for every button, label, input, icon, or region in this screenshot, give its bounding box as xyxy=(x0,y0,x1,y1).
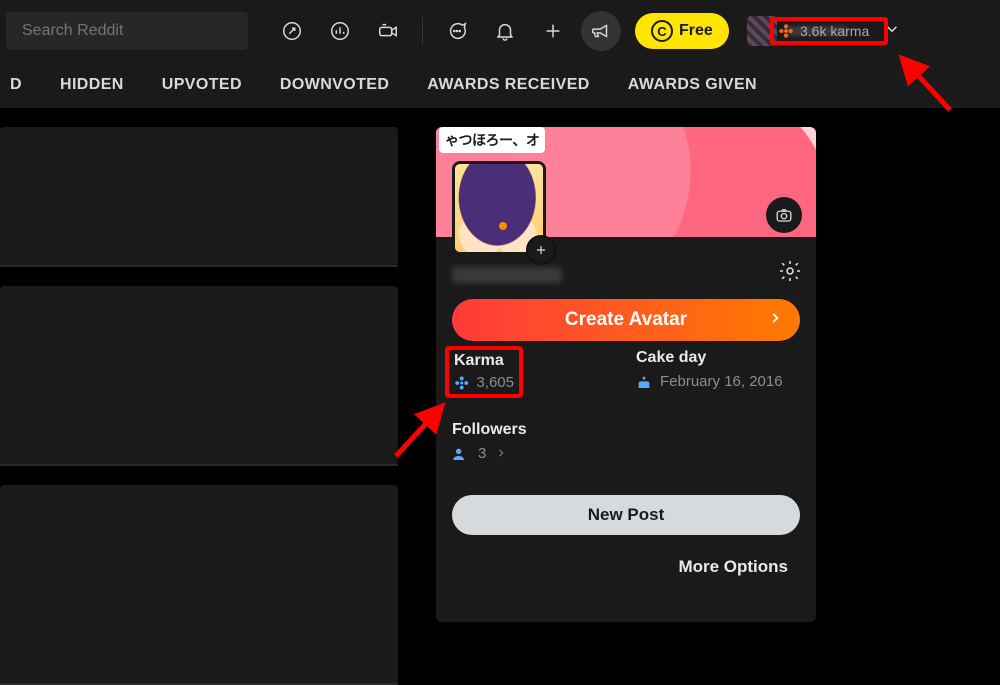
karma-chip-text: 3.6k karma xyxy=(800,23,869,39)
tab-hidden[interactable]: HIDDEN xyxy=(60,76,124,94)
banner-speech-text: ゃつほろー、オ xyxy=(439,127,545,153)
person-icon xyxy=(452,446,468,462)
profile-settings-button[interactable] xyxy=(778,259,802,288)
annotation-karma-chip-box: 3.6k karma xyxy=(770,17,888,45)
cakeday-label: Cake day xyxy=(636,349,800,367)
chevron-right-icon xyxy=(496,445,506,462)
followers-block[interactable]: Followers 3 xyxy=(452,421,527,462)
followers-label: Followers xyxy=(452,421,527,439)
tab-upvoted[interactable]: UPVOTED xyxy=(162,76,242,94)
karma-label: Karma xyxy=(454,352,514,370)
karma-flower-icon xyxy=(454,375,469,391)
new-post-label: New Post xyxy=(588,505,665,525)
free-label: Free xyxy=(679,22,713,40)
tab-downvoted[interactable]: DOWNVOTED xyxy=(280,76,389,94)
create-post-icon[interactable] xyxy=(533,11,573,51)
chat-icon[interactable] xyxy=(437,11,477,51)
profile-tabs: D HIDDEN UPVOTED DOWNVOTED AWARDS RECEIV… xyxy=(0,62,1000,108)
free-coins-button[interactable]: C Free xyxy=(635,13,729,49)
create-avatar-button[interactable]: Create Avatar xyxy=(452,299,800,341)
karma-flower-icon xyxy=(778,23,794,39)
tab-awards-given[interactable]: AWARDS GIVEN xyxy=(628,76,757,94)
followers-value: 3 xyxy=(478,445,486,462)
feed-card-placeholder xyxy=(0,127,398,267)
search-input[interactable] xyxy=(20,21,234,41)
live-stream-icon[interactable] xyxy=(368,11,408,51)
notifications-icon[interactable] xyxy=(485,11,525,51)
announcement-icon[interactable] xyxy=(581,11,621,51)
chevron-right-icon xyxy=(768,309,782,331)
profile-card: ゃつほろー、オ Create Avatar Cake day February … xyxy=(436,127,816,622)
coin-icon: C xyxy=(651,20,673,42)
more-options-button[interactable]: More Options xyxy=(678,557,788,577)
change-banner-button[interactable] xyxy=(766,197,802,233)
annotation-karma-value-box: Karma 3,605 xyxy=(445,346,523,398)
tab-partial[interactable]: D xyxy=(6,76,22,94)
coin-chart-icon[interactable] xyxy=(320,11,360,51)
create-avatar-label: Create Avatar xyxy=(565,309,687,331)
topbar-divider xyxy=(422,17,423,45)
change-avatar-button[interactable] xyxy=(526,235,556,265)
cakeday-value: February 16, 2016 xyxy=(660,373,783,390)
karma-chip: 3.6k karma xyxy=(778,23,869,39)
cake-icon xyxy=(636,374,652,390)
feed-card-placeholder xyxy=(0,286,398,466)
new-post-button[interactable]: New Post xyxy=(452,495,800,535)
search-input-wrap[interactable] xyxy=(6,12,248,50)
gear-icon xyxy=(778,259,802,283)
popular-icon[interactable] xyxy=(272,11,312,51)
feed-card-placeholder xyxy=(0,485,398,685)
tab-awards-received[interactable]: AWARDS RECEIVED xyxy=(427,76,589,94)
left-column xyxy=(0,127,400,632)
camera-icon xyxy=(775,206,793,224)
plus-icon xyxy=(534,243,548,257)
karma-value: 3,605 xyxy=(476,374,514,391)
profile-username-blurred xyxy=(452,267,562,283)
